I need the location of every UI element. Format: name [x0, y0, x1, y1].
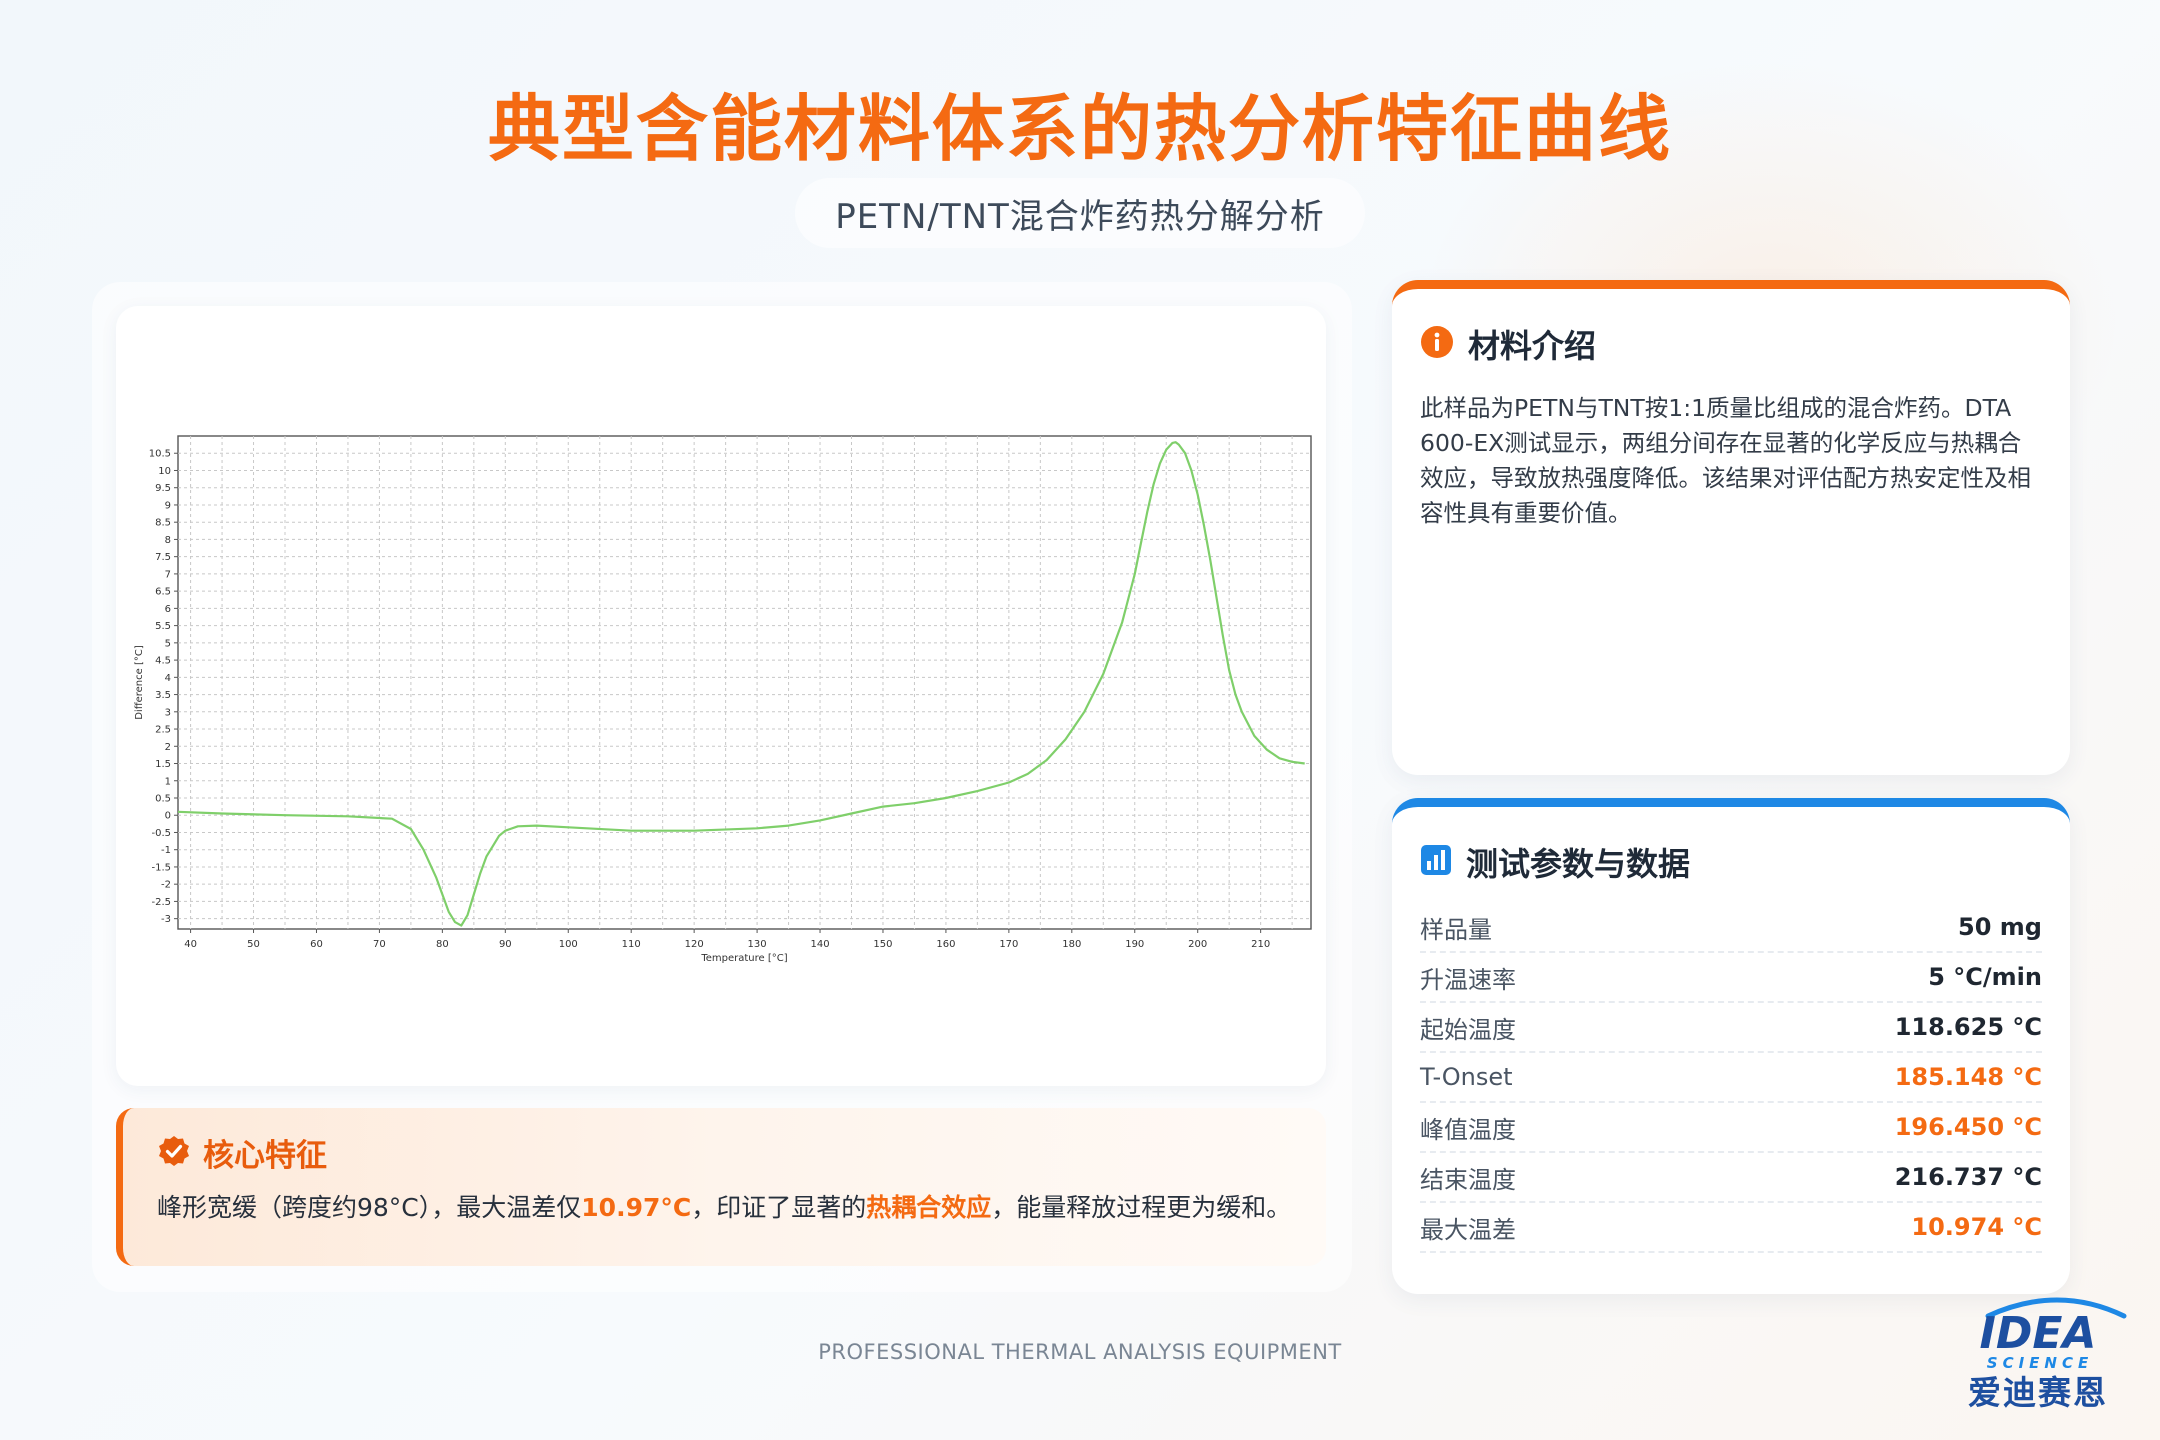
- material-intro-card: 材料介绍 此样品为PETN与TNT按1:1质量比组成的混合炸药。DTA 600-…: [1392, 280, 2070, 775]
- x-tick-label: 190: [1125, 939, 1144, 950]
- y-tick-label: -2: [161, 880, 171, 891]
- param-label: 起始温度: [1420, 1015, 1516, 1044]
- y-tick-label: 10: [158, 466, 171, 477]
- param-row-heating-rate: 升温速率 5 °C/min: [1420, 953, 2042, 1003]
- x-tick-label: 120: [685, 939, 704, 950]
- x-tick-label: 70: [373, 939, 386, 950]
- logo-brand: IDEA: [1979, 1308, 2096, 1359]
- logo-cn-name: 爱迪赛恩: [1968, 1373, 2108, 1412]
- test-params-card: 测试参数与数据 样品量 50 mg 升温速率 5 °C/min 起始温度 118…: [1392, 798, 2070, 1294]
- param-label: 峰值温度: [1420, 1115, 1516, 1144]
- x-axis-label: Temperature [°C]: [700, 953, 787, 964]
- material-intro-text: 此样品为PETN与TNT按1:1质量比组成的混合炸药。DTA 600-EX测试显…: [1420, 394, 2031, 527]
- page-subtitle: PETN/TNT混合炸药热分解分析: [795, 178, 1365, 248]
- bar-chart-icon: [1420, 844, 1452, 880]
- param-row-max-diff: 最大温差 10.974 °C: [1420, 1203, 2042, 1253]
- param-label: 结束温度: [1420, 1165, 1516, 1194]
- core-feature-text: 峰形宽缓（跨度约98°C），最大温差仅10.97°C，印证了显著的热耦合效应，能…: [157, 1189, 1296, 1227]
- param-value: 216.737 °C: [1894, 1163, 2042, 1191]
- x-tick-label: 150: [873, 939, 892, 950]
- param-row-start-temp: 起始温度 118.625 °C: [1420, 1003, 2042, 1053]
- x-tick-label: 100: [559, 939, 578, 950]
- x-tick-label: 50: [247, 939, 260, 950]
- core-feature-title: 核心特征: [203, 1138, 327, 1174]
- info-icon: [1420, 325, 1454, 363]
- y-tick-label: -1: [161, 845, 171, 856]
- y-tick-label: 6.5: [155, 587, 171, 598]
- y-tick-label: 2.5: [155, 725, 171, 736]
- param-value: 196.450 °C: [1894, 1113, 2042, 1141]
- y-tick-label: 7.5: [155, 552, 171, 563]
- y-tick-label: 0: [165, 811, 171, 822]
- param-value: 10.974 °C: [1911, 1213, 2042, 1241]
- y-tick-label: 3: [165, 707, 171, 718]
- y-tick-label: 9: [165, 500, 171, 511]
- chart-card: 10.5 10 9.5 9 8.5 8 7.5 7 6.5 6 5.5 5 4.5 4 3.5 3 2.5 2 1.…: [116, 306, 1326, 1086]
- y-tick-label: 4: [165, 673, 171, 684]
- param-value: 185.148 °C: [1894, 1063, 2042, 1091]
- test-params-title: 测试参数与数据: [1466, 845, 1691, 883]
- y-tick-label: 2: [165, 742, 171, 753]
- y-tick-label: -2.5: [151, 897, 171, 908]
- param-row-t-onset: T-Onset 185.148 °C: [1420, 1053, 2042, 1103]
- x-tick-label: 160: [936, 939, 955, 950]
- material-intro-title: 材料介绍: [1468, 327, 1597, 365]
- y-tick-label: 8.5: [155, 518, 171, 529]
- y-axis-label: Difference [°C]: [134, 645, 145, 720]
- param-row-end-temp: 结束温度 216.737 °C: [1420, 1153, 2042, 1203]
- x-tick-label: 130: [748, 939, 767, 950]
- feature-text-part: ，印证了显著的: [691, 1193, 867, 1222]
- y-tick-label: 5: [165, 638, 171, 649]
- y-tick-label: 5.5: [155, 621, 171, 632]
- param-row-peak-temp: 峰值温度 196.450 °C: [1420, 1103, 2042, 1153]
- y-tick-label: 6: [165, 604, 171, 615]
- x-tick-label: 180: [1062, 939, 1081, 950]
- x-tick-label: 90: [499, 939, 512, 950]
- y-tick-label: 0.5: [155, 793, 171, 804]
- y-tick-label: 1: [165, 776, 171, 787]
- y-tick-label: 7: [165, 569, 171, 580]
- feature-text-part: ，能量释放过程更为缓和。: [991, 1193, 1292, 1222]
- feature-highlight-coupling: 热耦合效应: [866, 1193, 992, 1222]
- y-tick-label: -0.5: [151, 828, 171, 839]
- footer-tagline: PROFESSIONAL THERMAL ANALYSIS EQUIPMENT: [818, 1340, 1342, 1364]
- param-value: 118.625 °C: [1894, 1013, 2042, 1041]
- x-tick-label: 110: [622, 939, 641, 950]
- y-tick-label: 9.5: [155, 483, 171, 494]
- param-row-sample-mass: 样品量 50 mg: [1420, 903, 2042, 953]
- y-tick-label: 1.5: [155, 759, 171, 770]
- feature-text-part: 峰形宽缓（跨度约98°C），最大温差仅: [157, 1193, 582, 1222]
- x-tick-label: 200: [1188, 939, 1207, 950]
- dta-chart: 10.5109.598.587.576.565.554.543.532.521.…: [134, 435, 1312, 964]
- y-tick-label: 8: [165, 535, 171, 546]
- y-tick-label: -3: [161, 914, 171, 925]
- x-tick-label: 40: [184, 939, 197, 950]
- verified-badge-icon: [157, 1134, 191, 1172]
- x-tick-label: 140: [810, 939, 829, 950]
- y-tick-label: 4.5: [155, 656, 171, 667]
- x-tick-label: 210: [1251, 939, 1270, 950]
- params-table: 样品量 50 mg 升温速率 5 °C/min 起始温度 118.625 °C …: [1392, 885, 2070, 1253]
- param-label: 最大温差: [1420, 1215, 1516, 1244]
- page-title: 典型含能材料体系的热分析特征曲线: [487, 87, 1672, 171]
- x-tick-label: 60: [310, 939, 323, 950]
- feature-highlight-max-diff: 10.97°C: [581, 1193, 692, 1222]
- param-label: 升温速率: [1420, 965, 1516, 994]
- param-label: 样品量: [1420, 915, 1492, 944]
- y-tick-label: 3.5: [155, 690, 171, 701]
- param-value: 5 °C/min: [1928, 963, 2042, 991]
- y-tick-label: 10.5: [149, 449, 171, 460]
- y-tick-label: -1.5: [151, 862, 171, 873]
- param-value: 50 mg: [1958, 913, 2042, 941]
- x-tick-label: 80: [436, 939, 449, 950]
- x-tick-label: 170: [999, 939, 1018, 950]
- param-label: T-Onset: [1420, 1063, 1513, 1091]
- core-feature-card: 核心特征 峰形宽缓（跨度约98°C），最大温差仅10.97°C，印证了显著的热耦…: [116, 1108, 1326, 1266]
